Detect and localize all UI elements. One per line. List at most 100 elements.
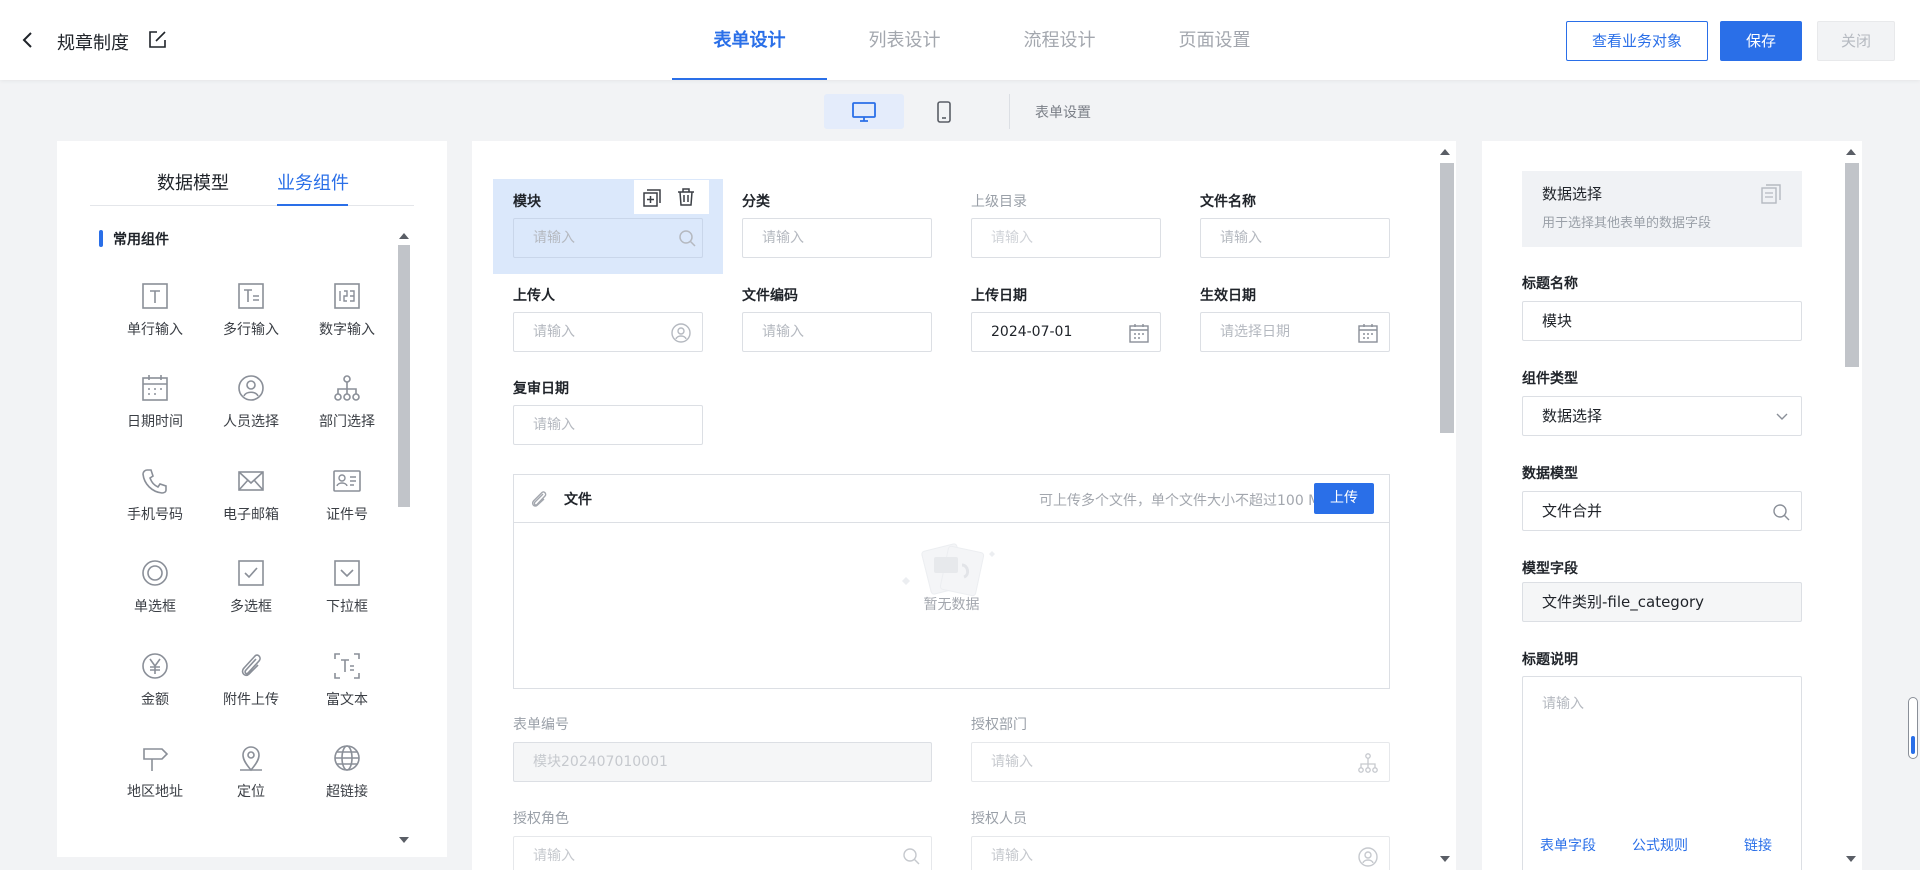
model-field-label: 模型字段 <box>1522 561 1578 577</box>
auth-user-input[interactable]: 请输入 <box>971 836 1390 870</box>
design-tabs: 表单设计 列表设计 流程设计 页面设置 <box>672 0 1292 80</box>
radio-icon <box>142 560 168 586</box>
tabs-divider <box>90 205 414 206</box>
scroll-up-arrow-icon[interactable] <box>399 233 409 239</box>
view-business-object-button[interactable]: 查看业务对象 <box>1566 21 1708 61</box>
component-radio[interactable]: 单选框 <box>107 558 203 638</box>
upload-header: 文件 可上传多个文件，单个文件大小不超过100 M 上传 <box>514 475 1389 523</box>
field-label-uploader: 上传人 <box>513 288 555 304</box>
component-id-number[interactable]: 证件号 <box>299 466 395 546</box>
form-settings-link[interactable]: 表单设置 <box>1035 102 1091 122</box>
save-button[interactable]: 保存 <box>1720 21 1802 61</box>
component-dept-select[interactable]: 部门选择 <box>299 373 395 453</box>
file-code-input[interactable]: 请输入 <box>742 312 932 352</box>
component-type-select[interactable]: 数据选择 <box>1522 396 1802 436</box>
field-label-auth-user: 授权人员 <box>971 811 1027 827</box>
data-model-label: 数据模型 <box>1522 466 1578 482</box>
module-input[interactable]: 请输入 <box>513 218 703 258</box>
properties-panel: 数据选择 用于选择其他表单的数据字段 标题名称 模块 组件类型 数据选择 数据模… <box>1482 141 1842 870</box>
copy-document-icon[interactable] <box>1760 183 1782 205</box>
tab-list-design[interactable]: 列表设计 <box>827 0 982 80</box>
field-label-module: 模块 <box>513 194 541 210</box>
component-email[interactable]: 电子邮箱 <box>203 466 299 546</box>
category-input[interactable]: 请输入 <box>742 218 932 258</box>
field-label-review-date: 复审日期 <box>513 381 569 397</box>
tab-data-model[interactable]: 数据模型 <box>157 169 229 195</box>
scrollbar-thumb[interactable] <box>1440 163 1454 433</box>
field-label-form-number: 表单编号 <box>513 717 569 733</box>
chevron-down-icon <box>1776 413 1788 420</box>
component-location[interactable]: 定位 <box>203 743 299 823</box>
tab-page-settings[interactable]: 页面设置 <box>1137 0 1292 80</box>
scroll-down-arrow-icon[interactable] <box>1846 856 1856 862</box>
form-fields-link[interactable]: 表单字段 <box>1540 835 1596 855</box>
component-number-input[interactable]: 数字输入 <box>299 281 395 361</box>
trash-icon[interactable] <box>676 187 696 207</box>
calendar-icon <box>1358 324 1378 343</box>
component-dropdown[interactable]: 下拉框 <box>299 558 395 638</box>
upload-date-picker[interactable]: 2024-07-01 <box>971 312 1161 352</box>
yen-icon <box>142 653 168 679</box>
parent-dir-input[interactable]: 请输入 <box>971 218 1161 258</box>
paperclip-icon <box>531 491 547 507</box>
person-icon <box>238 375 264 401</box>
properties-scrollbar[interactable] <box>1842 141 1862 870</box>
tab-flow-design[interactable]: 流程设计 <box>982 0 1137 80</box>
link-link[interactable]: 链接 <box>1744 835 1772 855</box>
canvas-scrollbar[interactable] <box>1436 141 1456 870</box>
scroll-down-arrow-icon[interactable] <box>399 837 409 843</box>
component-attachment[interactable]: 附件上传 <box>203 651 299 731</box>
component-phone[interactable]: 手机号码 <box>107 466 203 546</box>
title-name-input[interactable]: 模块 <box>1522 301 1802 341</box>
effective-date-picker[interactable]: 请选择日期 <box>1200 312 1390 352</box>
form-number-input: 模块202407010001 <box>513 742 932 782</box>
back-arrow-icon[interactable] <box>18 30 38 50</box>
auth-dept-input[interactable]: 请输入 <box>971 742 1390 782</box>
uploader-input[interactable]: 请输入 <box>513 312 703 352</box>
component-hyperlink[interactable]: 超链接 <box>299 743 395 823</box>
tab-business-components[interactable]: 业务组件 <box>277 169 349 195</box>
tab-form-design[interactable]: 表单设计 <box>672 0 827 80</box>
empty-text: 暂无数据 <box>923 597 980 613</box>
upload-hint: 可上传多个文件，单个文件大小不超过100 M <box>1039 493 1321 509</box>
field-label-effective-date: 生效日期 <box>1200 288 1256 304</box>
search-icon <box>679 230 696 247</box>
close-button[interactable]: 关闭 <box>1817 21 1895 61</box>
component-person-select[interactable]: 人员选择 <box>203 373 299 453</box>
component-name: 数据选择 <box>1542 185 1603 203</box>
field-tools <box>634 180 709 214</box>
scroll-up-arrow-icon[interactable] <box>1846 149 1856 155</box>
component-datetime[interactable]: 日期时间 <box>107 373 203 453</box>
formula-rules-link[interactable]: 公式规则 <box>1632 835 1688 855</box>
mail-icon <box>238 471 264 491</box>
location-pin-icon <box>240 746 262 772</box>
desktop-view-toggle[interactable] <box>824 94 904 129</box>
scroll-down-arrow-icon[interactable] <box>1440 856 1450 862</box>
scroll-up-arrow-icon[interactable] <box>1440 149 1450 155</box>
edit-icon[interactable] <box>147 30 167 50</box>
component-description: 用于选择其他表单的数据字段 <box>1542 216 1712 231</box>
component-rich-text[interactable]: 富文本 <box>299 651 395 731</box>
upload-button[interactable]: 上传 <box>1314 483 1374 514</box>
search-icon <box>903 848 920 865</box>
field-label-file-name: 文件名称 <box>1200 194 1256 210</box>
scrollbar-thumb[interactable] <box>1845 163 1859 367</box>
title-desc-placeholder: 请输入 <box>1542 696 1584 712</box>
copy-icon[interactable] <box>642 188 662 208</box>
auth-role-input[interactable]: 请输入 <box>513 836 932 870</box>
component-region-address[interactable]: 地区地址 <box>107 743 203 823</box>
page-scroll-indicator[interactable] <box>1908 697 1918 759</box>
component-multi-line-input[interactable]: 多行输入 <box>203 281 299 361</box>
component-amount[interactable]: 金额 <box>107 651 203 731</box>
component-checkbox[interactable]: 多选框 <box>203 558 299 638</box>
review-date-input[interactable]: 请输入 <box>513 405 703 445</box>
active-tab-indicator <box>277 204 348 206</box>
palette-scrollbar[interactable] <box>395 225 411 851</box>
text-icon <box>142 283 168 309</box>
component-single-line-input[interactable]: 单行输入 <box>107 281 203 361</box>
scrollbar-thumb[interactable] <box>398 245 410 507</box>
file-name-input[interactable]: 请输入 <box>1200 218 1390 258</box>
mobile-view-toggle[interactable] <box>904 94 984 129</box>
page-title: 规章制度 <box>57 33 129 54</box>
data-model-input[interactable]: 文件合并 <box>1522 491 1802 531</box>
